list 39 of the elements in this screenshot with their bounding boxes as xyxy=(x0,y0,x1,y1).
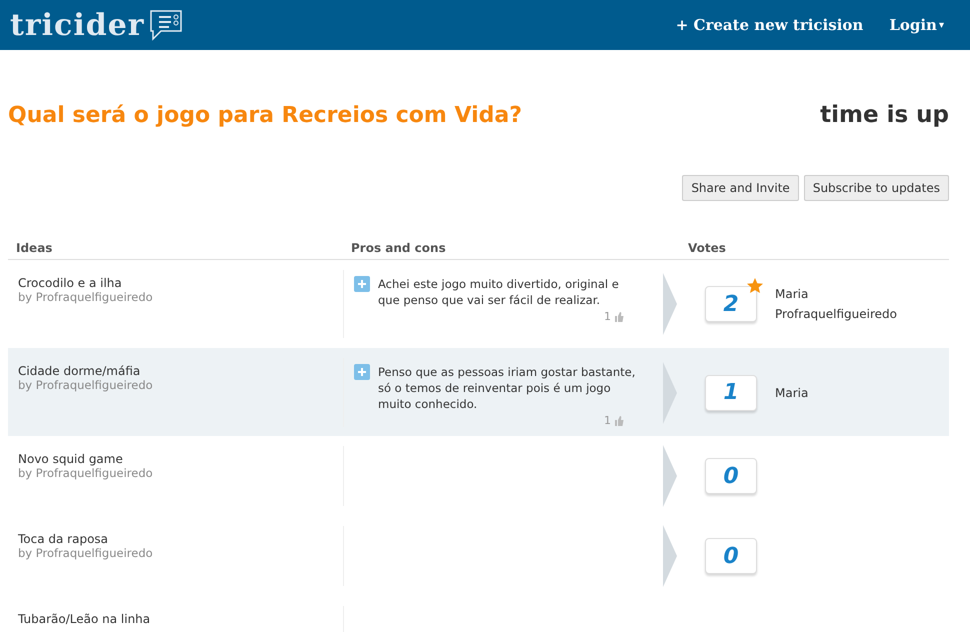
idea-title: Crocodilo e a ilha xyxy=(18,276,123,290)
arrow-icon xyxy=(663,362,677,424)
voter-name: Maria xyxy=(775,287,810,301)
thumbs-up-icon[interactable] xyxy=(614,416,624,426)
status-text: time is up xyxy=(820,102,949,128)
vote-button[interactable]: 1 xyxy=(705,374,757,410)
vote-button[interactable]: 2 xyxy=(705,286,757,322)
arrow-icon xyxy=(663,525,677,587)
idea-author: by Profraquelfigueiredo xyxy=(18,378,154,392)
action-button[interactable]: Share and Invite xyxy=(682,175,799,201)
idea-author: by Profraquelfigueiredo xyxy=(18,290,154,304)
idea-title: Novo squid game xyxy=(18,452,124,466)
caret-icon[interactable]: ▾ xyxy=(938,20,944,30)
like-count: 1 xyxy=(604,414,611,427)
vote-button[interactable]: 0 xyxy=(705,538,757,574)
column-header: Pros and cons xyxy=(350,241,447,255)
voter-name: Maria xyxy=(775,386,808,400)
column-header: Ideas xyxy=(15,241,54,255)
idea-author: by Profraquelfigueiredo xyxy=(18,466,154,480)
create-link[interactable]: + Create new tricision xyxy=(676,16,864,34)
voter-name: Profraquelfigueiredo xyxy=(775,307,897,321)
like-count: 1 xyxy=(604,310,611,323)
login-menu[interactable]: Login xyxy=(889,16,937,34)
idea-title: Cidade dorme/máfia xyxy=(18,364,142,378)
column-header: Votes xyxy=(687,241,727,255)
argument-text: Achei este jogo muito divertido, original e que penso que vai ser fácil de realizar. xyxy=(378,276,620,308)
arrow-icon xyxy=(663,445,677,507)
plus-icon xyxy=(354,364,370,380)
thumbs-up-icon[interactable] xyxy=(614,312,624,322)
idea-title: Tubarão/Leão na linha xyxy=(18,612,152,626)
argument-text: Penso que as pessoas iriam gostar bastante, só o temos de reinventar pois é um jogo muito conhecido. xyxy=(378,364,636,412)
page-title: Qual será o jogo para Recreios com Vida? xyxy=(8,102,522,128)
idea-author: by Profraquelfigueiredo xyxy=(18,546,154,560)
vote-button[interactable]: 0 xyxy=(705,458,757,494)
logo[interactable]: tricider xyxy=(10,8,145,42)
action-button[interactable]: Subscribe to updates xyxy=(804,175,949,201)
arrow-icon xyxy=(663,273,677,335)
plus-icon xyxy=(354,276,370,292)
idea-title: Toca da raposa xyxy=(18,532,110,546)
